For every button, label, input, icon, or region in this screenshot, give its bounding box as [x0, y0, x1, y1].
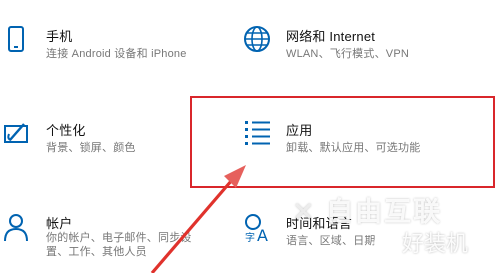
tile-description: 背景、锁屏、颜色	[46, 142, 136, 154]
tile-title: 网络和 Internet	[286, 29, 376, 44]
tile-apps[interactable]: 应用 卸载、默认应用、可选功能	[244, 120, 444, 160]
person-icon	[4, 213, 36, 245]
watermark-logo-icon	[374, 231, 398, 255]
tile-title: 帐户	[46, 216, 73, 231]
tile-description: 语言、区域、日期	[286, 235, 376, 247]
globe-icon	[244, 26, 276, 58]
tile-description: 你的帐户、电子邮件、同步设置、工作、其他人员	[46, 232, 192, 258]
tile-title: 个性化	[46, 123, 86, 138]
tile-accounts[interactable]: 帐户 你的帐户、电子邮件、同步设置、工作、其他人员	[4, 213, 194, 263]
svg-text:A: A	[257, 226, 268, 245]
svg-text:字: 字	[245, 231, 255, 244]
tile-personalization[interactable]: 个性化 背景、锁屏、颜色	[4, 120, 189, 160]
tile-description: 卸载、默认应用、可选功能	[286, 142, 421, 154]
tile-title: 应用	[286, 123, 313, 138]
phone-icon	[4, 26, 36, 58]
tile-title: 手机	[46, 29, 73, 44]
apps-list-icon	[244, 120, 276, 152]
tile-network-internet[interactable]: 网络和 Internet WLAN、飞行模式、VPN	[244, 26, 444, 66]
personalization-icon	[4, 120, 36, 152]
watermark-text-2: 好装机	[402, 231, 469, 256]
tile-description: 连接 Android 设备和 iPhone	[46, 48, 187, 60]
watermark-text: ✕ 自由互联	[292, 197, 443, 227]
tile-description: WLAN、飞行模式、VPN	[286, 48, 409, 60]
time-language-icon: A 字	[244, 213, 276, 245]
tile-phone[interactable]: 手机 连接 Android 设备和 iPhone	[4, 26, 189, 66]
